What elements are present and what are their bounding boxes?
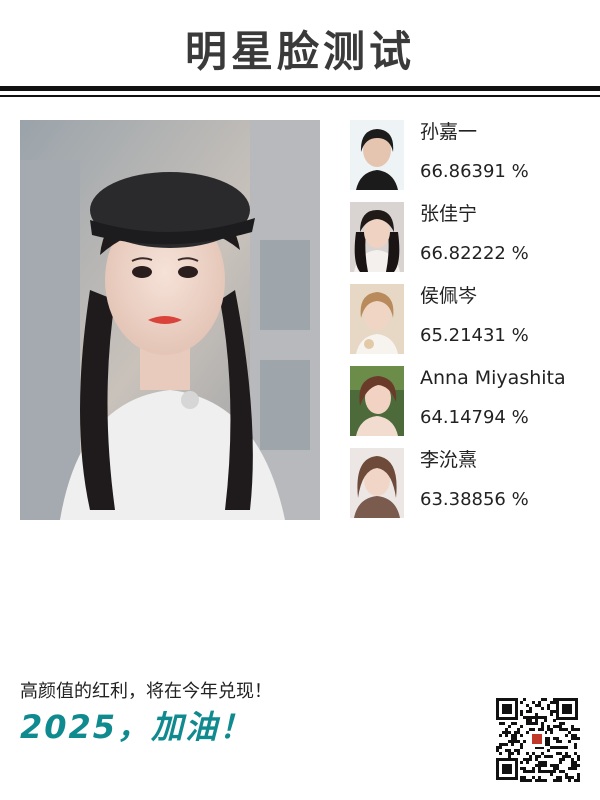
list-item[interactable]: Anna Miyashita 64.14794 % (350, 366, 590, 448)
avatar (350, 120, 404, 190)
page-title: 明星脸测试 (184, 27, 415, 76)
list-item[interactable]: 张佳宁 66.82222 % (350, 202, 590, 284)
match-score: 64.14794 % (420, 407, 529, 428)
match-results-list: 孙嘉一 66.86391 % 张佳宁 66.82222 % 侯佩岑 65.214… (350, 120, 590, 530)
match-score: 65.21431 % (420, 325, 529, 346)
uploaded-photo (20, 120, 320, 520)
header-divider-thick (0, 86, 600, 91)
match-name: 孙嘉一 (420, 121, 478, 143)
match-name: 张佳宁 (420, 203, 478, 225)
avatar (350, 448, 404, 518)
header-divider-thin (0, 95, 600, 97)
list-item[interactable]: 孙嘉一 66.86391 % (350, 120, 590, 202)
list-item[interactable]: 侯佩岑 65.21431 % (350, 284, 590, 366)
match-name: 李沇熹 (420, 449, 478, 471)
avatar (350, 366, 404, 436)
match-score: 63.38856 % (420, 489, 529, 510)
match-name: 侯佩岑 (420, 285, 478, 307)
list-item[interactable]: 李沇熹 63.38856 % (350, 448, 590, 530)
match-score: 66.82222 % (420, 243, 529, 264)
slogan-text: 高颜值的红利，将在今年兑现！ (20, 681, 272, 702)
match-score: 66.86391 % (420, 161, 529, 182)
qr-code-icon[interactable] (494, 696, 580, 782)
avatar (350, 202, 404, 272)
avatar (350, 284, 404, 354)
match-name: Anna Miyashita (420, 367, 566, 389)
cheer-text: 2025，加油！ (20, 708, 254, 746)
